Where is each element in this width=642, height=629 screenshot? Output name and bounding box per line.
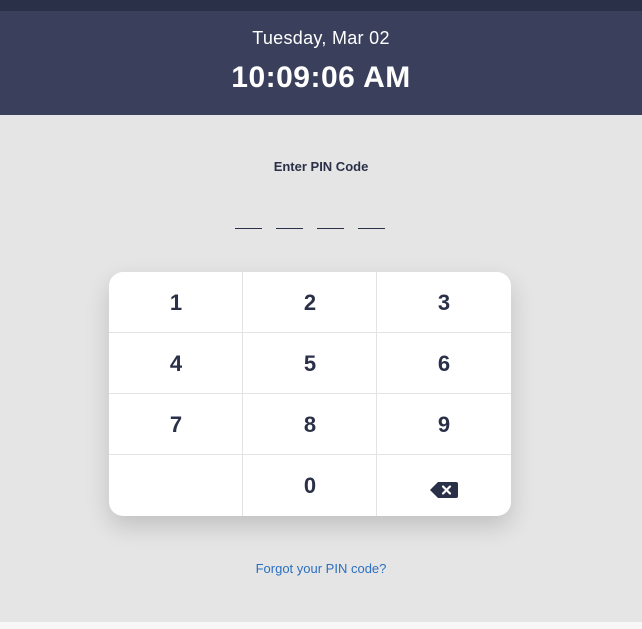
key-6[interactable]: 6: [377, 333, 511, 394]
current-date: Tuesday, Mar 02: [252, 28, 390, 48]
keypad: 1 2 3 4 5 6 7 8 9 0: [109, 272, 511, 516]
grid-divider: [109, 393, 511, 394]
pin-slot: [276, 228, 303, 229]
key-2[interactable]: 2: [243, 272, 377, 333]
pin-slot: [235, 228, 262, 229]
pin-slot: [317, 228, 344, 229]
key-0[interactable]: 0: [243, 455, 377, 516]
grid-divider: [242, 272, 243, 516]
key-8[interactable]: 8: [243, 394, 377, 455]
current-time: 10:09:06 AM: [231, 61, 411, 94]
pin-label: Enter PIN Code: [273, 159, 369, 174]
bottom-bar: [0, 622, 642, 629]
key-7[interactable]: 7: [109, 394, 243, 455]
grid-divider: [376, 272, 377, 516]
forgot-pin-link[interactable]: Forgot your PIN code?: [0, 561, 642, 576]
key-1[interactable]: 1: [109, 272, 243, 333]
backspace-button[interactable]: [377, 455, 511, 516]
key-5[interactable]: 5: [243, 333, 377, 394]
key-3[interactable]: 3: [377, 272, 511, 333]
key-4[interactable]: 4: [109, 333, 243, 394]
key-9[interactable]: 9: [377, 394, 511, 455]
top-bar: [0, 0, 642, 11]
pin-slot: [358, 228, 385, 229]
grid-divider: [109, 454, 511, 455]
clock-header: Tuesday, Mar 02 10:09:06 AM: [0, 11, 642, 115]
pin-display: [235, 228, 385, 230]
key-empty: [109, 455, 243, 516]
backspace-icon: [430, 478, 458, 498]
grid-divider: [109, 332, 511, 333]
